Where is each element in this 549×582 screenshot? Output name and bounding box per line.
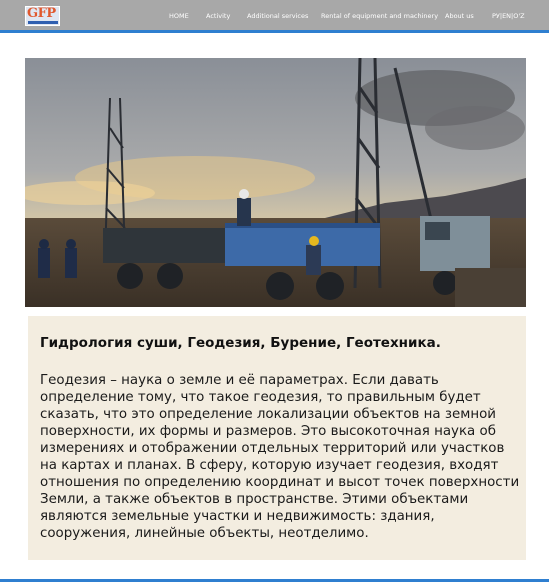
logo-text: GFP — [27, 6, 56, 21]
section-heading: Гидрология суши, Геодезия, Бурение, Геот… — [40, 335, 441, 351]
top-navigation-bar: GFP HOME Activity Additional services Re… — [0, 0, 549, 33]
nav-additional-services-link[interactable]: Additional services — [247, 12, 308, 20]
logo-underline — [28, 21, 58, 24]
description-paragraph: Геодезия – наука о земле и её параметрах… — [40, 373, 520, 541]
company-logo[interactable]: GFP — [25, 6, 60, 26]
drilling-rigs-photo — [25, 58, 526, 307]
nav-home-link[interactable]: HOME — [169, 12, 189, 20]
nav-rental-link[interactable]: Rental of equipment and machinery — [321, 12, 438, 20]
language-switcher[interactable]: РУ|EN|O'Z — [492, 12, 525, 20]
nav-about-link[interactable]: About us — [445, 12, 474, 20]
description-panel: Гидрология суши, Геодезия, Бурение, Геот… — [28, 316, 526, 560]
nav-activity-link[interactable]: Activity — [206, 12, 230, 20]
